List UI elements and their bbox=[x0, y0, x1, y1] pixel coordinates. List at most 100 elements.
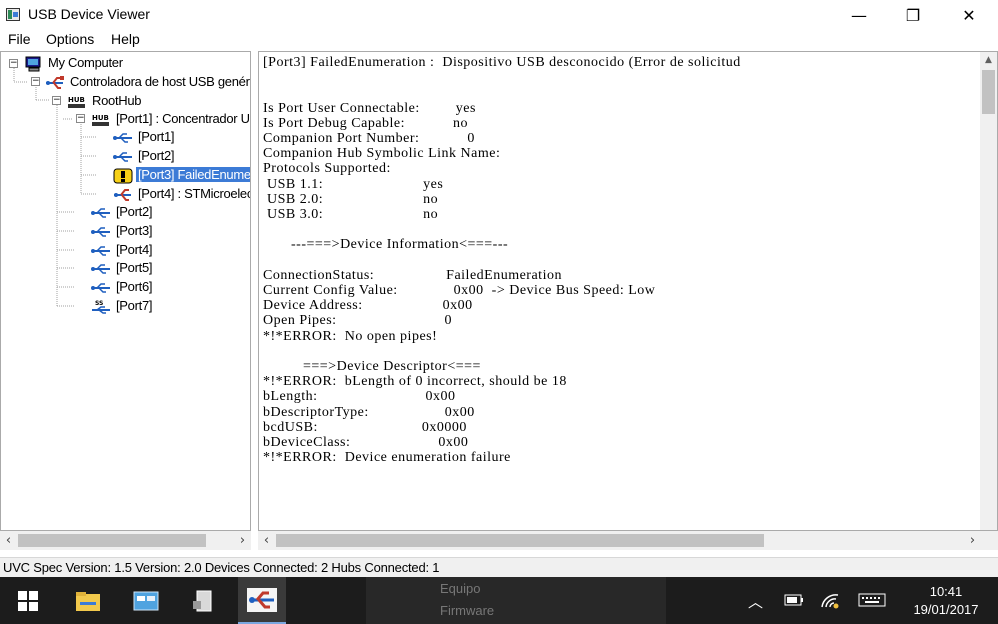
tree-item-my-computer[interactable]: My Computer bbox=[25, 54, 125, 72]
usb-port-icon bbox=[91, 263, 110, 274]
tree-item-port4[interactable]: [Port4] bbox=[91, 241, 154, 259]
hub-icon: HUB bbox=[92, 114, 109, 126]
usb-port-icon bbox=[91, 245, 110, 256]
tree-label: [Port4] : STMicroelectronics bbox=[138, 186, 250, 201]
close-button[interactable]: ✕ bbox=[946, 0, 992, 30]
scroll-thumb[interactable] bbox=[18, 534, 206, 547]
tree-label: My Computer bbox=[48, 55, 123, 70]
tree-item-sub-port2[interactable]: [Port2] bbox=[113, 147, 176, 165]
start-button[interactable] bbox=[4, 577, 52, 624]
tree-item-sub-port4[interactable]: [Port4] : STMicroelectronics bbox=[113, 185, 250, 203]
maximize-button[interactable]: ❐ bbox=[890, 0, 936, 30]
usb-port-icon bbox=[91, 282, 110, 293]
menu-options[interactable]: Options bbox=[46, 31, 94, 47]
detail-line: bDescriptorType: 0x00 bbox=[263, 404, 475, 420]
detail-line: bDeviceClass: 0x00 bbox=[263, 435, 469, 451]
detail-line: ConnectionStatus: FailedEnumeration bbox=[263, 267, 562, 283]
warning-icon bbox=[113, 168, 133, 184]
tree-item-roothub[interactable]: HUB RootHub bbox=[67, 92, 143, 110]
tree-item-port2[interactable]: [Port2] bbox=[91, 203, 154, 221]
usb-port-icon bbox=[113, 132, 132, 143]
computer-icon bbox=[25, 56, 41, 72]
tree-item-port5[interactable]: [Port5] bbox=[91, 259, 154, 277]
background-window-preview bbox=[366, 577, 666, 624]
background-item-equipo: Equipo bbox=[440, 581, 481, 596]
usb-port-icon bbox=[91, 207, 110, 218]
device-manager-icon bbox=[193, 590, 212, 611]
detail-line: Device Address: 0x00 bbox=[263, 298, 473, 314]
clock-time: 10:41 bbox=[929, 584, 963, 599]
expand-toggle[interactable]: − bbox=[76, 114, 85, 123]
detail-line: bcdUSB: 0x0000 bbox=[263, 419, 467, 435]
device-details-pane[interactable]: [Port3] FailedEnumeration : Dispositivo … bbox=[258, 51, 998, 531]
scroll-left-arrow-icon[interactable]: ‹ bbox=[258, 531, 275, 550]
expand-toggle[interactable]: − bbox=[9, 59, 18, 68]
taskbar: Equipo Firmware ︿ 10:41 19/01/2017 bbox=[0, 577, 998, 624]
detail-line: USB 2.0: no bbox=[263, 191, 439, 207]
minimize-button[interactable]: — bbox=[836, 0, 882, 30]
details-horizontal-scrollbar[interactable]: ‹ › bbox=[258, 531, 998, 550]
tree-item-port1-hub[interactable]: HUB [Port1] : Concentrador USB genérico bbox=[91, 110, 250, 128]
tree-item-port7[interactable]: SS [Port7] bbox=[91, 297, 154, 315]
menu-file[interactable]: File bbox=[8, 31, 31, 47]
detail-line: ---===>Device Information<===--- bbox=[263, 237, 509, 253]
clock-date: 19/01/2017 bbox=[913, 602, 979, 617]
background-item-firmware: Firmware bbox=[440, 603, 495, 618]
svg-text:HUB: HUB bbox=[92, 114, 109, 122]
tree-label: [Port6] bbox=[116, 279, 153, 294]
detail-line: USB 3.0: no bbox=[263, 207, 439, 223]
detail-line: Companion Port Number: 0 bbox=[263, 131, 475, 147]
windows-logo-icon bbox=[18, 590, 38, 611]
wifi-icon[interactable] bbox=[820, 591, 840, 609]
detail-line: Open Pipes: 0 bbox=[263, 313, 453, 329]
scroll-thumb[interactable] bbox=[276, 534, 764, 547]
tree-label: [Port1] : Concentrador USB genérico bbox=[116, 111, 250, 126]
detail-line: USB 1.1: yes bbox=[263, 176, 444, 192]
taskbar-control-panel[interactable] bbox=[122, 577, 170, 624]
detail-line: Companion Hub Symbolic Link Name: bbox=[263, 146, 501, 162]
tree-item-port6[interactable]: [Port6] bbox=[91, 278, 154, 296]
detail-line: ===>Device Descriptor<=== bbox=[263, 359, 481, 375]
scroll-right-arrow-icon[interactable]: › bbox=[964, 531, 981, 550]
menu-help[interactable]: Help bbox=[111, 31, 140, 47]
tree-item-sub-port3-failed[interactable]: [Port3] FailedEnumeration bbox=[113, 166, 250, 184]
tree-label: [Port4] bbox=[116, 242, 153, 257]
scroll-up-arrow-icon[interactable]: ▲ bbox=[980, 52, 997, 69]
tree-item-sub-port1[interactable]: [Port1] bbox=[113, 128, 176, 146]
usb-controller-icon bbox=[46, 75, 64, 89]
taskbar-usb-device-viewer[interactable] bbox=[238, 577, 286, 624]
expand-toggle[interactable]: − bbox=[31, 77, 40, 86]
title-bar: USB Device Viewer — ❐ ✕ bbox=[0, 0, 998, 30]
tree-label: [Port3] FailedEnumeration bbox=[136, 167, 250, 182]
detail-line: *!*ERROR: bLength of 0 incorrect, should… bbox=[263, 374, 567, 390]
detail-line: Current Config Value: 0x00 -> Device Bus… bbox=[263, 283, 656, 299]
detail-line: *!*ERROR: No open pipes! bbox=[263, 328, 438, 344]
device-tree[interactable]: − − − − My Computer Controladora de host… bbox=[0, 51, 251, 531]
tree-horizontal-scrollbar[interactable]: ‹ › bbox=[0, 531, 251, 550]
tree-label: [Port1] bbox=[138, 129, 175, 144]
detail-line: *!*ERROR: Device enumeration failure bbox=[263, 450, 511, 466]
scroll-left-arrow-icon[interactable]: ‹ bbox=[0, 531, 17, 550]
taskbar-file-explorer[interactable] bbox=[64, 577, 112, 624]
usb-port-icon bbox=[113, 151, 132, 162]
keyboard-icon[interactable] bbox=[858, 593, 886, 607]
detail-line: [Port3] FailedEnumeration : Dispositivo … bbox=[263, 55, 741, 70]
details-vertical-scrollbar[interactable]: ▲ bbox=[980, 52, 997, 530]
tree-label: [Port2] bbox=[116, 204, 153, 219]
tree-label: [Port7] bbox=[116, 298, 153, 313]
tree-item-port3[interactable]: [Port3] bbox=[91, 222, 154, 240]
taskbar-clock[interactable]: 10:41 19/01/2017 bbox=[898, 583, 994, 619]
tree-label: RootHub bbox=[92, 93, 142, 108]
scroll-right-arrow-icon[interactable]: › bbox=[234, 531, 251, 550]
usb-port-icon bbox=[91, 226, 110, 237]
battery-icon[interactable] bbox=[784, 594, 804, 606]
window-title: USB Device Viewer bbox=[28, 6, 150, 22]
show-hidden-icons-chevron-icon[interactable]: ︿ bbox=[748, 591, 763, 612]
tree-item-host-controller[interactable]: Controladora de host USB genérica bbox=[45, 73, 250, 91]
scroll-thumb[interactable] bbox=[982, 70, 995, 114]
taskbar-device-manager[interactable] bbox=[180, 577, 228, 624]
control-panel-icon bbox=[133, 591, 159, 610]
detail-line: Is Port Debug Capable: no bbox=[263, 115, 469, 131]
expand-toggle[interactable]: − bbox=[52, 96, 61, 105]
usb-viewer-icon bbox=[247, 587, 277, 612]
